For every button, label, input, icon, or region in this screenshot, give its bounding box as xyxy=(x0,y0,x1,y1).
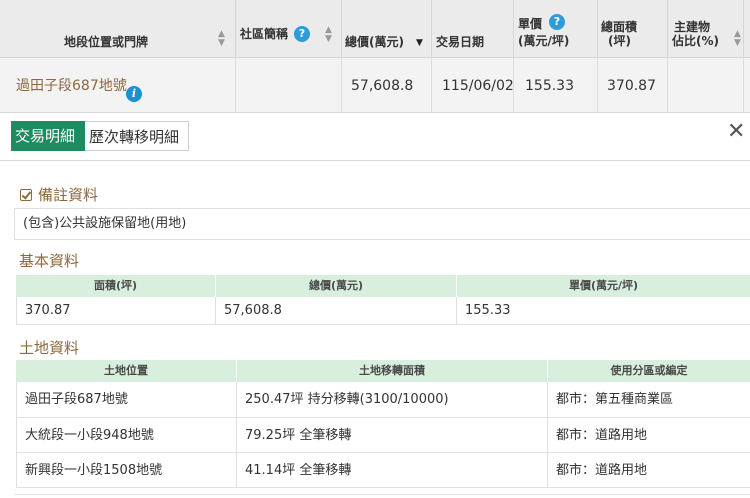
row-area-cell: 370.87 xyxy=(598,58,668,115)
check-icon xyxy=(20,189,32,201)
panel-bottom-divider xyxy=(14,494,750,495)
basic-value-unit-price: 155.33 xyxy=(457,297,750,325)
land-row-2-location: 大統段一小段948地號 xyxy=(16,418,237,453)
basic-value-area: 370.87 xyxy=(16,297,216,325)
column-header-community-label: 社區簡稱 xyxy=(240,27,289,41)
column-header-total-price-label: 總價(萬元) xyxy=(345,35,404,49)
detail-panel: 交易明細 歷次轉移明細 ✕ 備註資料 (包含)公共設施保留地(用地) 基本資料 … xyxy=(0,112,750,498)
column-header-main-ratio[interactable]: 主建物 佔比(%) ▲ ▼ xyxy=(668,0,744,57)
unit-price-help-icon[interactable]: ? xyxy=(549,14,565,30)
close-icon[interactable]: ✕ xyxy=(727,119,745,144)
basic-info-title: 基本資料 xyxy=(19,252,80,270)
column-header-area-unit: (坪) xyxy=(608,34,631,48)
column-header-community[interactable]: 社區簡稱 ? ▲ ▼ xyxy=(236,0,342,57)
land-row-1-location: 過田子段687地號 xyxy=(16,382,237,418)
column-header-location-label: 地段位置或門牌 xyxy=(64,35,149,49)
column-header-main-ratio-unit: 佔比(%) xyxy=(672,34,719,48)
row-main-ratio-cell xyxy=(668,58,744,115)
row-location-link[interactable]: 過田子段687地號 xyxy=(16,78,127,94)
column-header-area-label: 總面積 xyxy=(601,20,638,34)
basic-value-total-price: 57,608.8 xyxy=(216,297,457,325)
basic-header-unit-price: 單價(萬元/坪) xyxy=(457,275,750,297)
tab-transfer-history[interactable]: 歷次轉移明細 xyxy=(85,121,189,151)
row-location-cell[interactable]: 過田子段687地號 i xyxy=(0,58,236,115)
land-row-3-transfer-area: 41.14坪 全筆移轉 xyxy=(237,453,548,488)
land-row-1-zoning: 都市：第五種商業區 xyxy=(548,382,750,418)
column-header-area[interactable]: 總面積 (坪) xyxy=(598,0,668,57)
column-header-main-ratio-label: 主建物 xyxy=(674,20,711,34)
land-header-transfer-area: 土地移轉面積 xyxy=(237,360,548,382)
land-row-2-transfer-area: 79.25坪 全筆移轉 xyxy=(237,418,548,453)
land-row-3-location: 新興段一小段1508地號 xyxy=(16,453,237,488)
row-trade-date-cell: 115/06/02 xyxy=(432,58,514,115)
column-header-unit-price-unit: (萬元/坪) xyxy=(518,34,570,48)
column-header-trade-date[interactable]: 交易日期 xyxy=(432,0,514,57)
column-header-unit-price[interactable]: 單價 ? (萬元/坪) xyxy=(514,0,598,57)
basic-header-area: 面積(坪) xyxy=(16,275,216,297)
sort-icon[interactable]: ▲ ▼ xyxy=(734,30,741,48)
column-header-trade-date-label: 交易日期 xyxy=(436,35,485,49)
remarks-text: (包含)公共設施保留地(用地) xyxy=(14,208,750,240)
tab-divider xyxy=(0,160,750,161)
sort-desc-icon[interactable]: ▲▼ xyxy=(416,30,423,48)
column-header-unit-price-label: 單價 xyxy=(518,17,543,31)
row-unit-price-cell: 155.33 xyxy=(514,58,598,115)
land-row-1-transfer-area: 250.47坪 持分移轉(3100/10000) xyxy=(237,382,548,418)
land-header-location: 土地位置 xyxy=(16,360,237,382)
column-header-total-price[interactable]: 總價(萬元) ▲▼ xyxy=(342,0,432,57)
land-header-zoning: 使用分區或編定 xyxy=(548,360,750,382)
land-row-3-zoning: 都市：道路用地 xyxy=(548,453,750,488)
sort-icon[interactable]: ▲ ▼ xyxy=(325,26,332,44)
info-icon[interactable]: i xyxy=(126,86,142,102)
remarks-title: 備註資料 xyxy=(38,186,99,204)
basic-header-total-price: 總價(萬元) xyxy=(216,275,457,297)
sort-icon[interactable]: ▲ ▼ xyxy=(218,30,225,48)
community-help-icon[interactable]: ? xyxy=(294,26,310,42)
row-total-price-cell: 57,608.8 xyxy=(342,58,432,115)
table-row[interactable]: 過田子段687地號 i 57,608.8 115/06/02 155.33 37… xyxy=(0,58,750,115)
row-community-cell xyxy=(236,58,342,115)
results-table-header: 地段位置或門牌 ▲▼ 社區簡稱 ? ▲▼ 總價(萬元) ▲▼ 交易日期 單價 ?… xyxy=(0,0,750,58)
tab-trade-details[interactable]: 交易明細 xyxy=(11,121,85,151)
land-row-2-zoning: 都市：道路用地 xyxy=(548,418,750,453)
land-info-title: 土地資料 xyxy=(19,339,80,357)
column-header-location[interactable]: 地段位置或門牌 ▲ ▼ xyxy=(0,0,236,57)
